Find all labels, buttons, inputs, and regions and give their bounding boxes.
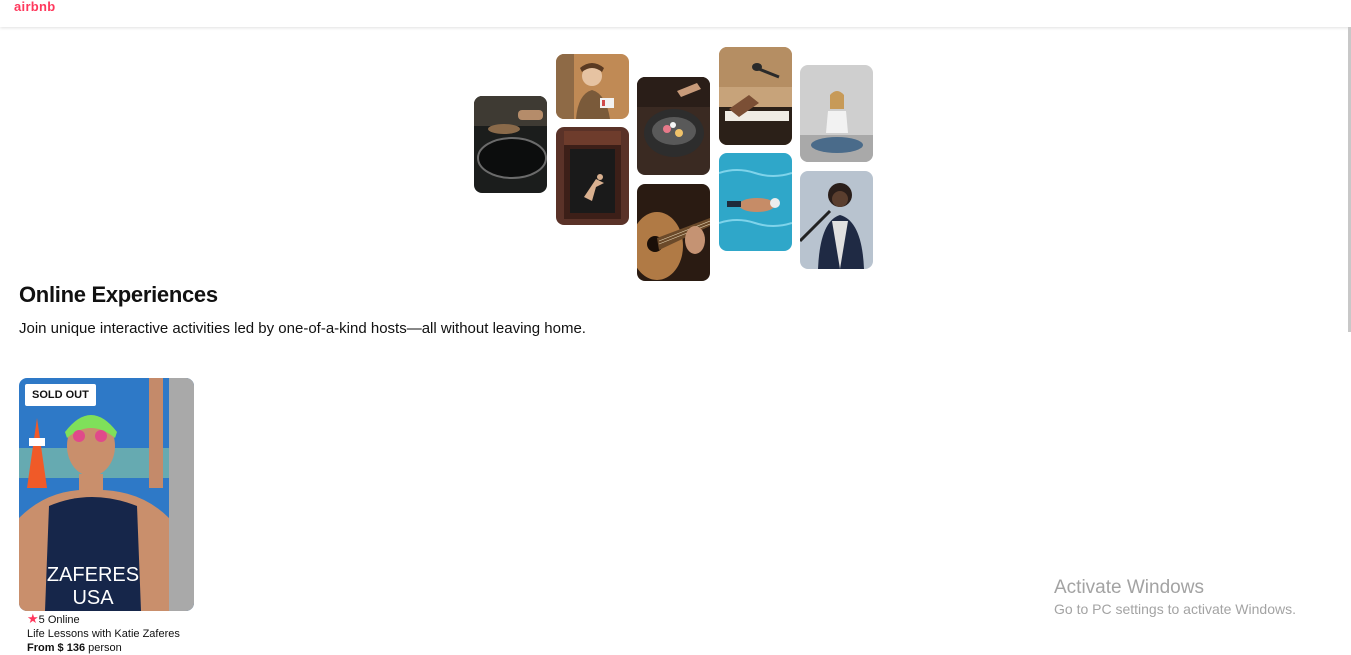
activate-windows-watermark: Activate Windows Go to PC settings to ac…	[1054, 577, 1296, 619]
rating-row: ★5 Online	[27, 612, 227, 627]
activate-windows-title: Activate Windows	[1054, 577, 1204, 598]
barista-photo	[556, 54, 629, 119]
activate-windows-subtitle: Go to PC settings to activate Windows.	[1054, 601, 1296, 617]
swimmer-photo	[719, 153, 792, 251]
guitar-photo	[637, 184, 710, 281]
svg-text:USA: USA	[72, 587, 114, 609]
cooking-pan-photo	[474, 96, 547, 193]
page-title: Online Experiences	[19, 282, 218, 307]
athlete-photo: ZAFERES USA	[19, 378, 194, 611]
price-unit: person	[85, 642, 122, 654]
doorway-dancer-photo	[556, 127, 629, 225]
experience-card[interactable]: ZAFERES USA SOLD OUT ★5 Online Life Less…	[19, 378, 194, 654]
top-navbar: airbnb	[0, 0, 1351, 27]
experience-card-meta: ★5 Online Life Lessons with Katie Zafere…	[27, 612, 227, 655]
experience-card-image[interactable]: ZAFERES USA SOLD OUT	[19, 378, 194, 611]
location-label: Online	[47, 614, 80, 626]
yoga-photo	[800, 65, 873, 162]
experience-title[interactable]: Life Lessons with Katie Zaferes	[27, 627, 227, 641]
sold-out-badge: SOLD OUT	[25, 384, 96, 406]
singer-mic-photo	[800, 171, 873, 269]
airbnb-logo[interactable]: airbnb	[14, 0, 56, 14]
price-row: From $ 136 person	[27, 641, 227, 655]
page-subtitle: Join unique interactive activities led b…	[19, 320, 586, 337]
rating-value: 5	[38, 614, 45, 626]
price-value: From $ 136	[27, 642, 86, 654]
svg-text:ZAFERES: ZAFERES	[47, 564, 139, 586]
star-icon: ★	[27, 611, 39, 626]
food-bowl-photo	[637, 77, 710, 175]
piano-singer-photo	[719, 47, 792, 145]
